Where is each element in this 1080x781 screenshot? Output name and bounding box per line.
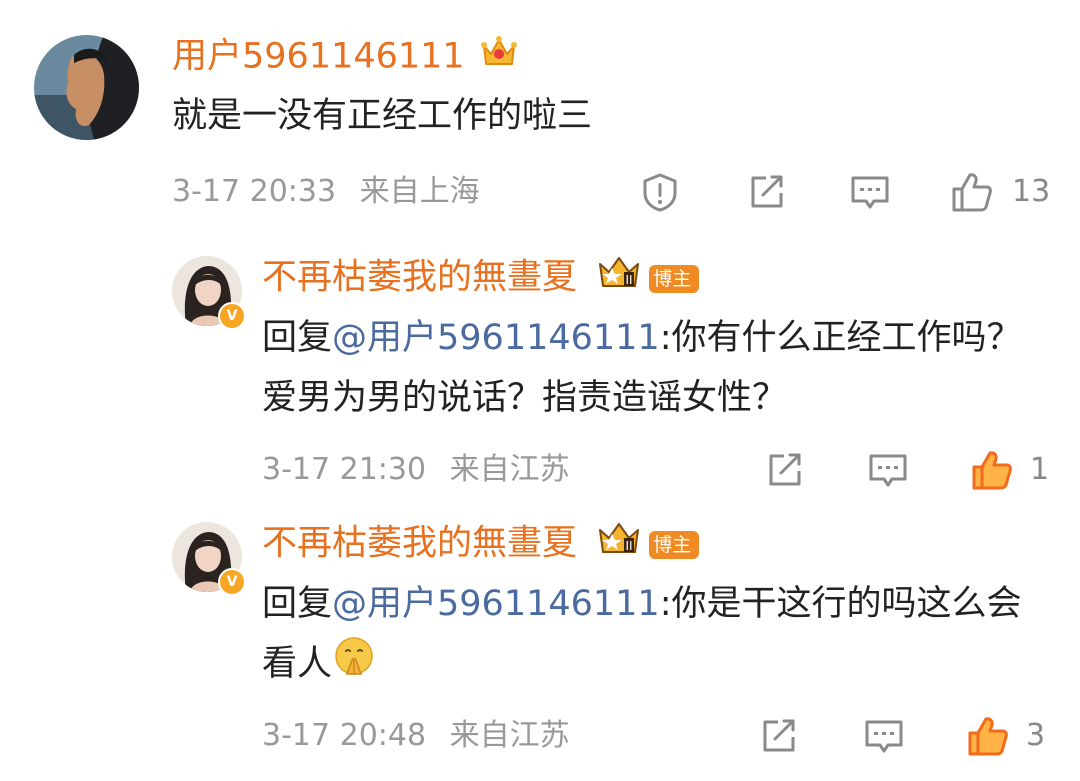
share-button[interactable] (762, 448, 806, 492)
comment-meta: 3-17 20:48 来自江苏 (262, 716, 570, 756)
share-icon (769, 453, 801, 486)
timestamp: 3-17 20:48 (262, 718, 427, 753)
comment-icon (869, 454, 907, 487)
comment-meta: 3-17 21:30 来自江苏 (262, 450, 570, 490)
username[interactable]: 不再枯萎我的無畫夏 II 博主 (262, 254, 700, 303)
timestamp: 3-17 21:30 (262, 452, 427, 487)
svg-text:II: II (626, 539, 633, 553)
crown-icon (480, 34, 518, 81)
location: 来自江苏 (449, 718, 570, 753)
crown-level-icon: II (596, 254, 642, 303)
pray-emoji-icon (334, 635, 374, 695)
comment-meta: 3-17 20:33 来自上海 (172, 172, 480, 212)
verified-icon: V (218, 302, 246, 330)
username-text[interactable]: 不再枯萎我的無畫夏 (262, 524, 577, 564)
svg-text:II: II (626, 273, 633, 287)
reply-text: 回复@用户5961146111:你是干这行的吗这么会看人 (262, 574, 1052, 695)
blogger-badge: 博主 (649, 264, 700, 293)
username[interactable]: 不再枯萎我的無畫夏 II 博主 (262, 520, 700, 569)
mention-link[interactable]: @用户5961146111 (332, 584, 660, 624)
comment-icon (851, 176, 889, 209)
like-button[interactable]: 13 (950, 170, 1050, 214)
like-icon-active (972, 451, 1012, 490)
reply-prefix: 回复 (262, 318, 333, 358)
like-icon-active (968, 717, 1008, 756)
blogger-badge: 博主 (649, 530, 700, 559)
comment-text: 就是一没有正经工作的啦三 (172, 96, 593, 136)
like-icon (952, 173, 992, 212)
avatar[interactable]: V (172, 522, 246, 596)
avatar[interactable] (34, 35, 139, 140)
username[interactable]: 用户5961146111 (172, 34, 518, 81)
reply-prefix: 回复 (262, 584, 333, 624)
like-count: 13 (1012, 174, 1051, 209)
username-text[interactable]: 不再枯萎我的無畫夏 (262, 258, 577, 298)
comment-button[interactable] (848, 170, 892, 214)
like-count: 3 (1026, 718, 1046, 753)
verified-icon: V (218, 568, 246, 596)
like-button[interactable]: 3 (966, 714, 1045, 758)
comment-button[interactable] (862, 714, 906, 758)
comment-icon (865, 720, 903, 753)
reply-text: 回复@用户5961146111:你有什么正经工作吗？爱男为男的说话？指责造谣女性… (262, 308, 1032, 428)
comment-button[interactable] (866, 448, 910, 492)
avatar[interactable]: V (172, 256, 246, 330)
crown-level-icon: II (596, 520, 642, 569)
report-button[interactable] (638, 170, 682, 214)
report-icon (643, 173, 677, 212)
username-text[interactable]: 用户5961146111 (172, 37, 465, 77)
location: 来自上海 (359, 174, 480, 209)
like-count: 1 (1030, 452, 1050, 487)
share-icon (763, 719, 795, 752)
timestamp: 3-17 20:33 (172, 174, 337, 209)
share-button[interactable] (744, 170, 788, 214)
share-button[interactable] (756, 714, 800, 758)
location: 来自江苏 (449, 452, 570, 487)
mention-link[interactable]: @用户5961146111 (332, 318, 660, 358)
like-button[interactable]: 1 (970, 448, 1049, 492)
share-icon (751, 175, 783, 208)
